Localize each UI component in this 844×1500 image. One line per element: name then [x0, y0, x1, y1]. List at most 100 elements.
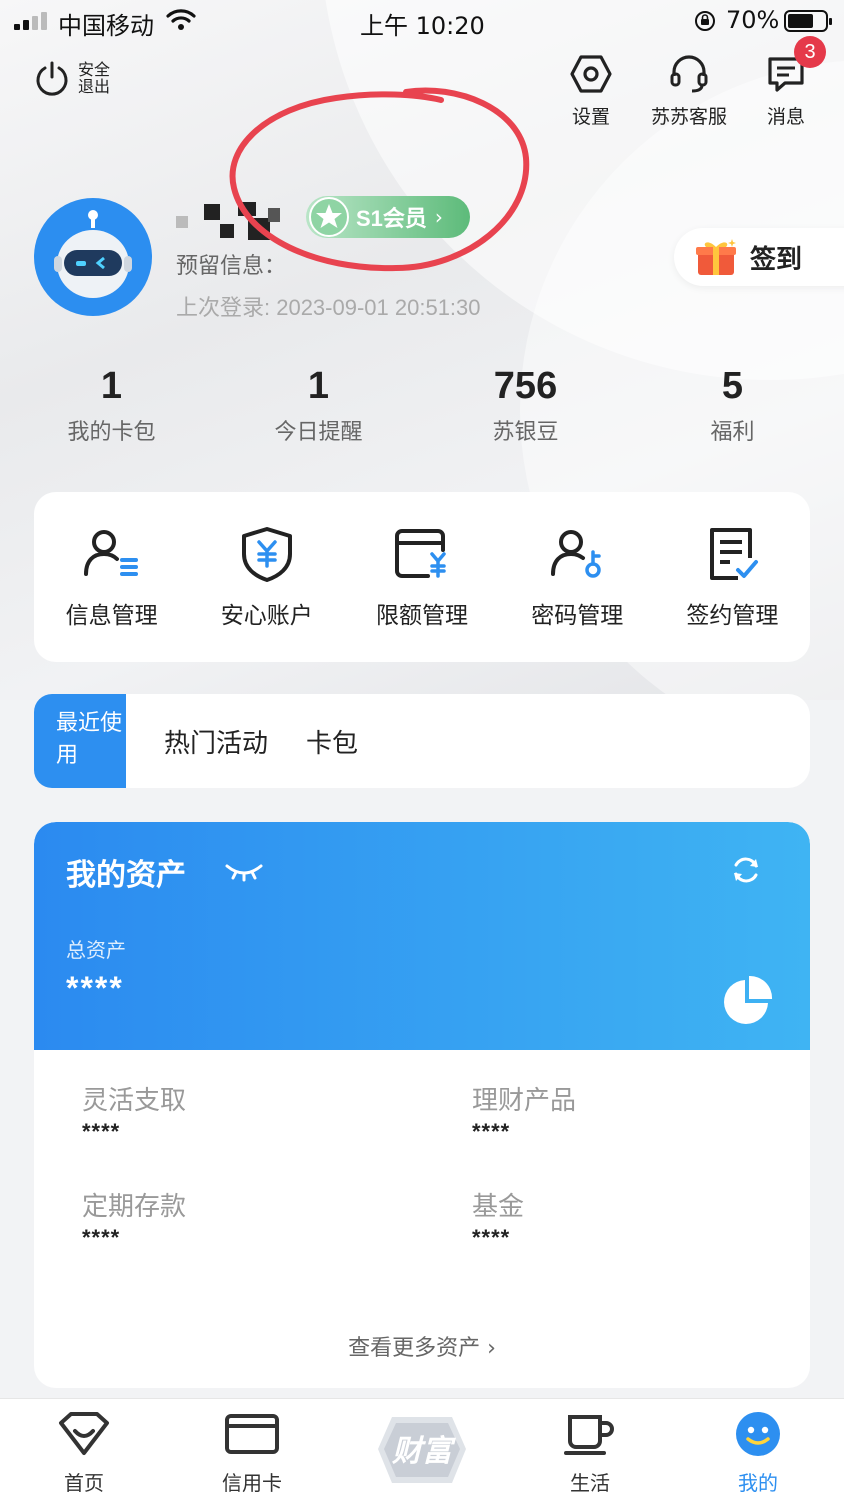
refresh-icon[interactable] — [730, 854, 762, 886]
tab-card-wallet[interactable]: 卡包 — [306, 723, 358, 760]
stat-label: 苏银豆 — [492, 420, 559, 445]
nav-home[interactable]: 首页 — [24, 1411, 144, 1496]
asset-flexible[interactable]: 灵活支取 **** — [82, 1080, 186, 1145]
asset-label: 理财产品 — [472, 1086, 577, 1116]
nav-home-label: 首页 — [64, 1471, 104, 1495]
eye-closed-icon[interactable] — [224, 860, 264, 882]
asset-value: **** — [472, 1225, 511, 1250]
customer-service-label: 苏苏客服 — [650, 106, 727, 128]
settings-button[interactable]: 设置 — [543, 54, 639, 129]
stat-value: 756 — [493, 365, 558, 407]
nav-credit-card[interactable]: 信用卡 — [192, 1411, 312, 1496]
stat-label: 我的卡包 — [67, 420, 156, 445]
stat-label: 福利 — [710, 420, 755, 445]
gift-icon — [696, 239, 736, 275]
info-management-button[interactable]: 信息管理 — [34, 526, 189, 662]
limit-management-label: 限额管理 — [376, 603, 468, 629]
settings-hex-icon — [570, 55, 612, 93]
battery-icon — [784, 10, 832, 32]
status-bar: 中国移动 上午 10:20 70% — [0, 0, 844, 44]
asset-label: 灵活支取 — [82, 1086, 187, 1116]
carrier-name: 中国移动 — [58, 12, 154, 40]
headset-icon — [670, 55, 708, 93]
contract-management-button[interactable]: 签约管理 — [655, 526, 810, 662]
asset-label: 基金 — [472, 1192, 525, 1222]
asset-fund[interactable]: 基金 **** — [472, 1186, 524, 1251]
asset-value: **** — [82, 1119, 121, 1144]
safe-account-button[interactable]: 安心账户 — [189, 526, 344, 662]
total-assets-label: 总资产 — [66, 938, 126, 962]
star-badge-icon — [309, 197, 349, 237]
asset-value: **** — [472, 1119, 511, 1144]
wifi-icon — [166, 9, 196, 30]
power-icon — [36, 61, 68, 96]
stat-value: 5 — [721, 365, 744, 407]
safe-account-label: 安心账户 — [220, 603, 313, 629]
rotation-lock-icon — [695, 11, 715, 31]
messages-badge: 3 — [794, 36, 826, 68]
view-more-assets-link[interactable]: 查看更多资产 › — [34, 1330, 810, 1362]
asset-label: 定期存款 — [82, 1192, 187, 1222]
shield-yuan-icon — [241, 527, 292, 582]
logout-button[interactable]: 安全退出 — [34, 60, 112, 96]
smiley-face-icon — [736, 1412, 780, 1456]
tab-recent[interactable]: 最近使用 — [34, 694, 126, 788]
pie-chart-icon[interactable] — [720, 974, 774, 1028]
stat-reminders[interactable]: 1 今日提醒 — [215, 362, 422, 446]
customer-service-button[interactable]: 苏苏客服 — [641, 54, 737, 129]
last-login: 上次登录: 2023-09-01 20:51:30 — [176, 295, 481, 320]
limit-management-button[interactable]: 限额管理 — [344, 526, 499, 662]
quick-actions-card: 信息管理 安心账户 限额管理 密码管理 签约管理 — [34, 492, 810, 662]
sign-in-button[interactable]: 签到 — [674, 228, 844, 286]
user-key-icon — [551, 530, 601, 578]
contract-check-icon — [710, 528, 759, 580]
asset-value: **** — [82, 1225, 121, 1250]
asset-fixed-deposit[interactable]: 定期存款 **** — [82, 1186, 186, 1251]
stat-value: 1 — [100, 365, 123, 407]
coffee-cup-icon — [564, 1415, 614, 1455]
clock: 上午 10:20 — [360, 12, 485, 40]
user-name-masked — [176, 198, 286, 244]
messages-label: 消息 — [766, 106, 805, 128]
nav-mine-label: 我的 — [738, 1471, 778, 1495]
nav-mine[interactable]: 我的 — [698, 1411, 818, 1496]
battery-percent: 70% — [726, 6, 780, 34]
chevron-right-icon: › — [434, 205, 443, 229]
logout-label: 安全退出 — [78, 60, 111, 96]
total-assets-value: **** — [66, 970, 124, 1006]
assets-title: 我的资产 — [66, 858, 186, 893]
password-management-label: 密码管理 — [531, 603, 624, 629]
nav-life[interactable]: 生活 — [530, 1411, 650, 1496]
stats-row: 1 我的卡包 1 今日提醒 756 苏银豆 5 福利 — [8, 362, 836, 446]
stat-card-wallet[interactable]: 1 我的卡包 — [8, 362, 215, 446]
credit-card-icon — [225, 1414, 279, 1454]
password-management-button[interactable]: 密码管理 — [500, 526, 655, 662]
settings-label: 设置 — [571, 106, 610, 128]
nav-credit-card-label: 信用卡 — [222, 1471, 282, 1495]
home-diamond-icon — [59, 1412, 109, 1455]
contract-management-label: 签约管理 — [686, 603, 779, 629]
avatar[interactable] — [34, 198, 152, 316]
stat-benefits[interactable]: 5 福利 — [629, 362, 836, 446]
info-management-label: 信息管理 — [65, 603, 158, 629]
tab-hot-activities[interactable]: 热门活动 — [164, 723, 268, 760]
wallet-yuan-icon — [395, 529, 446, 578]
nav-wealth-label: 财富 — [391, 1434, 456, 1469]
reserve-info: 预留信息： — [176, 254, 287, 279]
user-info-icon — [83, 530, 138, 576]
member-level: S1会员 — [356, 206, 427, 231]
asset-wealth[interactable]: 理财产品 **** — [472, 1080, 576, 1145]
stat-value: 1 — [307, 365, 330, 407]
stat-label: 今日提醒 — [274, 420, 363, 445]
assets-card: 我的资产 总资产 **** 灵活支取 **** 理财产品 **** 定期存款 *… — [34, 822, 810, 1388]
assets-header: 我的资产 总资产 **** — [34, 822, 810, 1050]
member-badge[interactable]: S1会员 › — [306, 196, 470, 238]
sign-in-label: 签到 — [750, 244, 803, 275]
stat-beans[interactable]: 756 苏银豆 — [422, 362, 629, 446]
nav-wealth[interactable]: 财富 — [372, 1405, 472, 1493]
nav-life-label: 生活 — [570, 1471, 610, 1495]
messages-button[interactable]: 3 消息 — [738, 36, 834, 129]
robot-avatar-icon — [54, 210, 132, 298]
wealth-center-icon: 财富 — [378, 1417, 466, 1483]
bottom-nav: 首页 信用卡 财富 生活 我的 — [0, 1398, 844, 1500]
